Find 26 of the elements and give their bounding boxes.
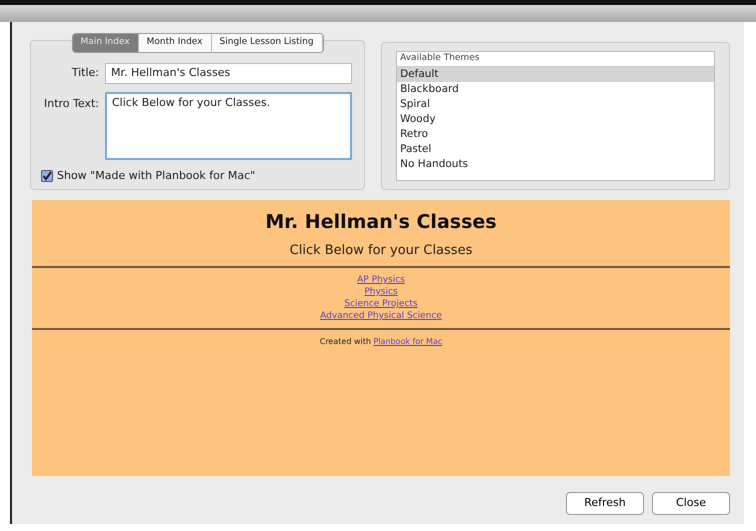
class-link[interactable]: AP Physics	[357, 274, 405, 286]
theme-item[interactable]: Blackboard	[397, 82, 714, 96]
theme-list[interactable]: Available Themes Default Blackboard Spiral Woody Retro Pastel No Handouts	[396, 51, 715, 181]
field-label: Title:	[70, 65, 100, 81]
planbook-link[interactable]: Planbook for Mac	[373, 337, 442, 346]
class-link[interactable]: Physics	[364, 286, 398, 298]
dialog-button[interactable]: Close	[652, 492, 730, 514]
class-link[interactable]: Advanced Physical Science	[320, 310, 442, 322]
theme-item[interactable]: Pastel	[397, 142, 714, 156]
intro-text-field[interactable]: Click Below for your Classes.	[105, 92, 352, 160]
theme-item[interactable]: Retro	[397, 126, 714, 142]
tab[interactable]: Month Index	[138, 34, 212, 52]
theme-item[interactable]: No Handouts	[397, 156, 714, 172]
class-link[interactable]: Science Projects	[344, 298, 418, 310]
theme-item[interactable]: Spiral	[397, 96, 714, 112]
checkbox[interactable]	[41, 170, 53, 182]
title-field[interactable]: Mr. Hellman's Classes	[105, 63, 352, 84]
theme-item[interactable]: Woody	[397, 112, 714, 126]
theme-item[interactable]: Default	[397, 66, 714, 82]
tab[interactable]: Single Lesson Listing	[212, 34, 323, 52]
dialog-button[interactable]: Refresh	[566, 492, 644, 514]
credit-text: Created with Planbook for Mac	[320, 336, 442, 348]
page-subheading: Click Below for your Classes	[288, 242, 474, 260]
checkbox-label: Show "Made with Planbook for Mac"	[57, 168, 256, 184]
field-label: Intro Text:	[43, 96, 100, 112]
page-heading: Mr. Hellman's Classes	[264, 210, 498, 235]
